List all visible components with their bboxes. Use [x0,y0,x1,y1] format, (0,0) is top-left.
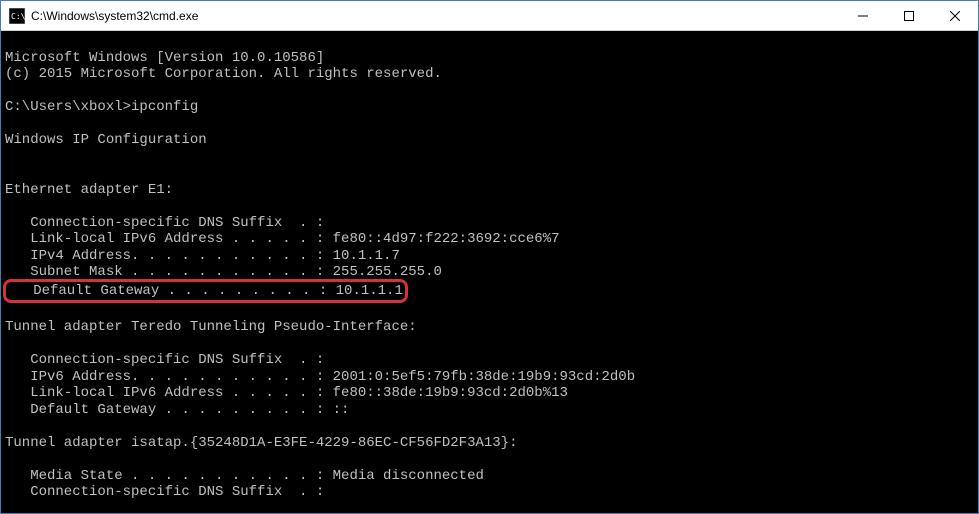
terminal-line: Connection-specific DNS Suffix . : [5,215,324,231]
terminal-line: Subnet Mask . . . . . . . . . . . : 255.… [5,264,442,280]
terminal-line: Link-local IPv6 Address . . . . . : fe80… [5,385,568,401]
close-button[interactable] [932,1,978,30]
terminal-line: C:\Users\xboxl>ipconfig [5,99,198,115]
titlebar[interactable]: C:\ C:\Windows\system32\cmd.exe [1,1,978,31]
cmd-icon: C:\ [9,8,25,24]
terminal-line-highlighted: Default Gateway . . . . . . . . . : 10.1… [8,283,403,299]
terminal-line: Link-local IPv6 Address . . . . . : fe80… [5,231,560,247]
terminal-line: Default Gateway . . . . . . . . . : :: [5,402,349,418]
terminal-line: Tunnel adapter Teredo Tunneling Pseudo-I… [5,319,417,335]
terminal-output[interactable]: Microsoft Windows [Version 10.0.10586] (… [1,31,978,513]
cmd-window: C:\ C:\Windows\system32\cmd.exe Microsof… [0,0,979,514]
maximize-button[interactable] [886,1,932,30]
terminal-line: Ethernet adapter E1: [5,182,173,198]
terminal-line: IPv4 Address. . . . . . . . . . . : 10.1… [5,248,400,264]
window-controls [840,1,978,30]
terminal-line: Connection-specific DNS Suffix . : [5,352,324,368]
svg-text:C:\: C:\ [11,12,25,21]
highlight-default-gateway: Default Gateway . . . . . . . . . : 10.1… [3,279,408,303]
window-title: C:\Windows\system32\cmd.exe [31,9,840,23]
terminal-line: Media State . . . . . . . . . . . : Medi… [5,468,484,484]
terminal-line: Windows IP Configuration [5,132,207,148]
terminal-line: Connection-specific DNS Suffix . : [5,484,324,500]
terminal-line: IPv6 Address. . . . . . . . . . . : 2001… [5,369,635,385]
terminal-line: Microsoft Windows [Version 10.0.10586] [5,50,324,66]
terminal-line: Tunnel adapter isatap.{35248D1A-E3FE-422… [5,435,517,451]
terminal-line: (c) 2015 Microsoft Corporation. All righ… [5,66,442,82]
minimize-button[interactable] [840,1,886,30]
